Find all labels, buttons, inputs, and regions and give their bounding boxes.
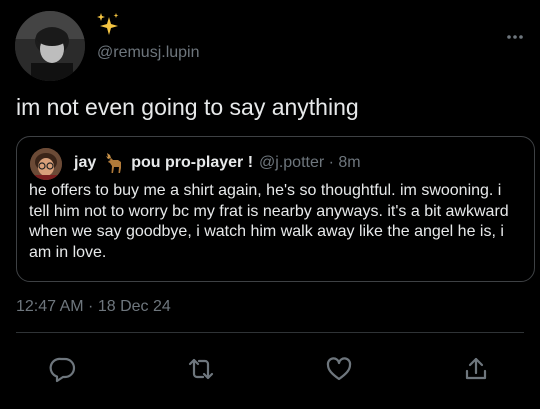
quoted-name-first: jay [74, 154, 97, 171]
quoted-avatar [30, 148, 62, 180]
quoted-tweet[interactable]: jay pou pro-player ! @j.potter · 8m he o… [16, 136, 535, 282]
like-icon[interactable] [325, 355, 353, 383]
avatar-image [15, 11, 85, 81]
reply-icon[interactable] [49, 355, 77, 383]
quoted-text: he offers to buy me a shirt again, he's … [29, 182, 509, 261]
quoted-header: jay pou pro-player ! @j.potter · 8m [74, 152, 361, 174]
quoted-name-second: pou pro-player ! [131, 154, 254, 171]
author-handle[interactable]: @remusj.lupin [97, 44, 200, 62]
sparkle-icon [97, 13, 119, 35]
tweet-timestamp[interactable]: 12:47 AM · 18 Dec 24 [16, 298, 171, 316]
divider [16, 332, 524, 333]
more-icon[interactable] [506, 29, 524, 40]
deer-icon [106, 153, 122, 173]
quoted-handle-time: @j.potter · 8m [259, 154, 361, 171]
retweet-icon[interactable] [187, 355, 215, 383]
tweet-text: im not even going to say anything [16, 94, 359, 120]
avatar[interactable] [15, 11, 85, 81]
share-icon[interactable] [462, 355, 490, 383]
